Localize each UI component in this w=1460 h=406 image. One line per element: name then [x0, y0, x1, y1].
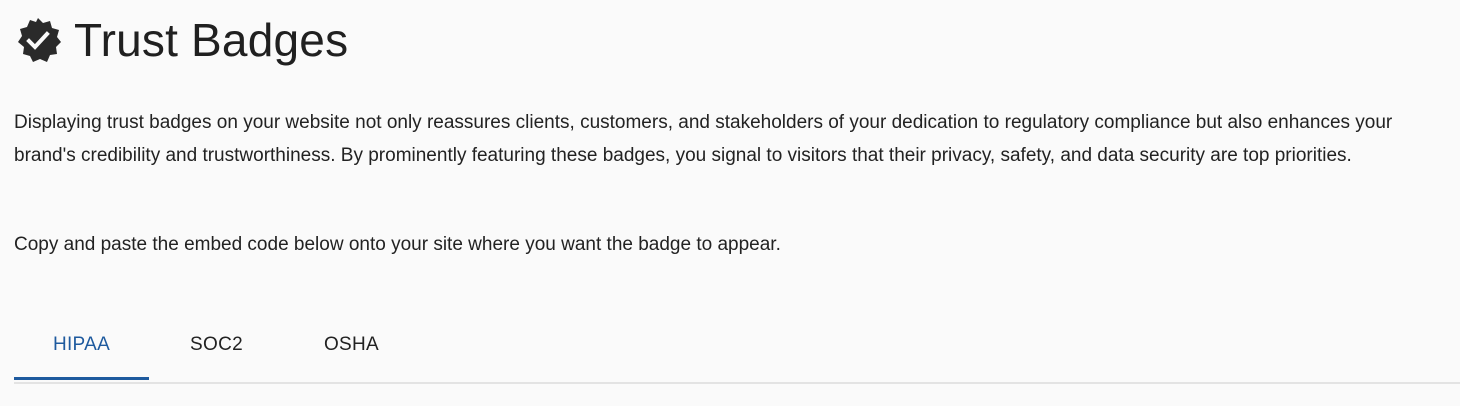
embed-instructions: Copy and paste the embed code below onto…	[14, 234, 781, 255]
page-title: Trust Badges	[74, 14, 349, 66]
page-description: Displaying trust badges on your website …	[14, 112, 1393, 166]
tab-osha[interactable]: OSHA	[284, 312, 419, 378]
badge-tabs: HIPAA SOC2 OSHA	[14, 312, 1460, 384]
tab-soc2[interactable]: SOC2	[149, 312, 284, 378]
tab-hipaa[interactable]: HIPAA	[14, 312, 149, 380]
page-header: Trust Badges	[14, 10, 348, 70]
verified-badge-icon	[14, 16, 62, 64]
trust-badges-page: Trust Badges Displaying trust badges on …	[0, 0, 1460, 406]
